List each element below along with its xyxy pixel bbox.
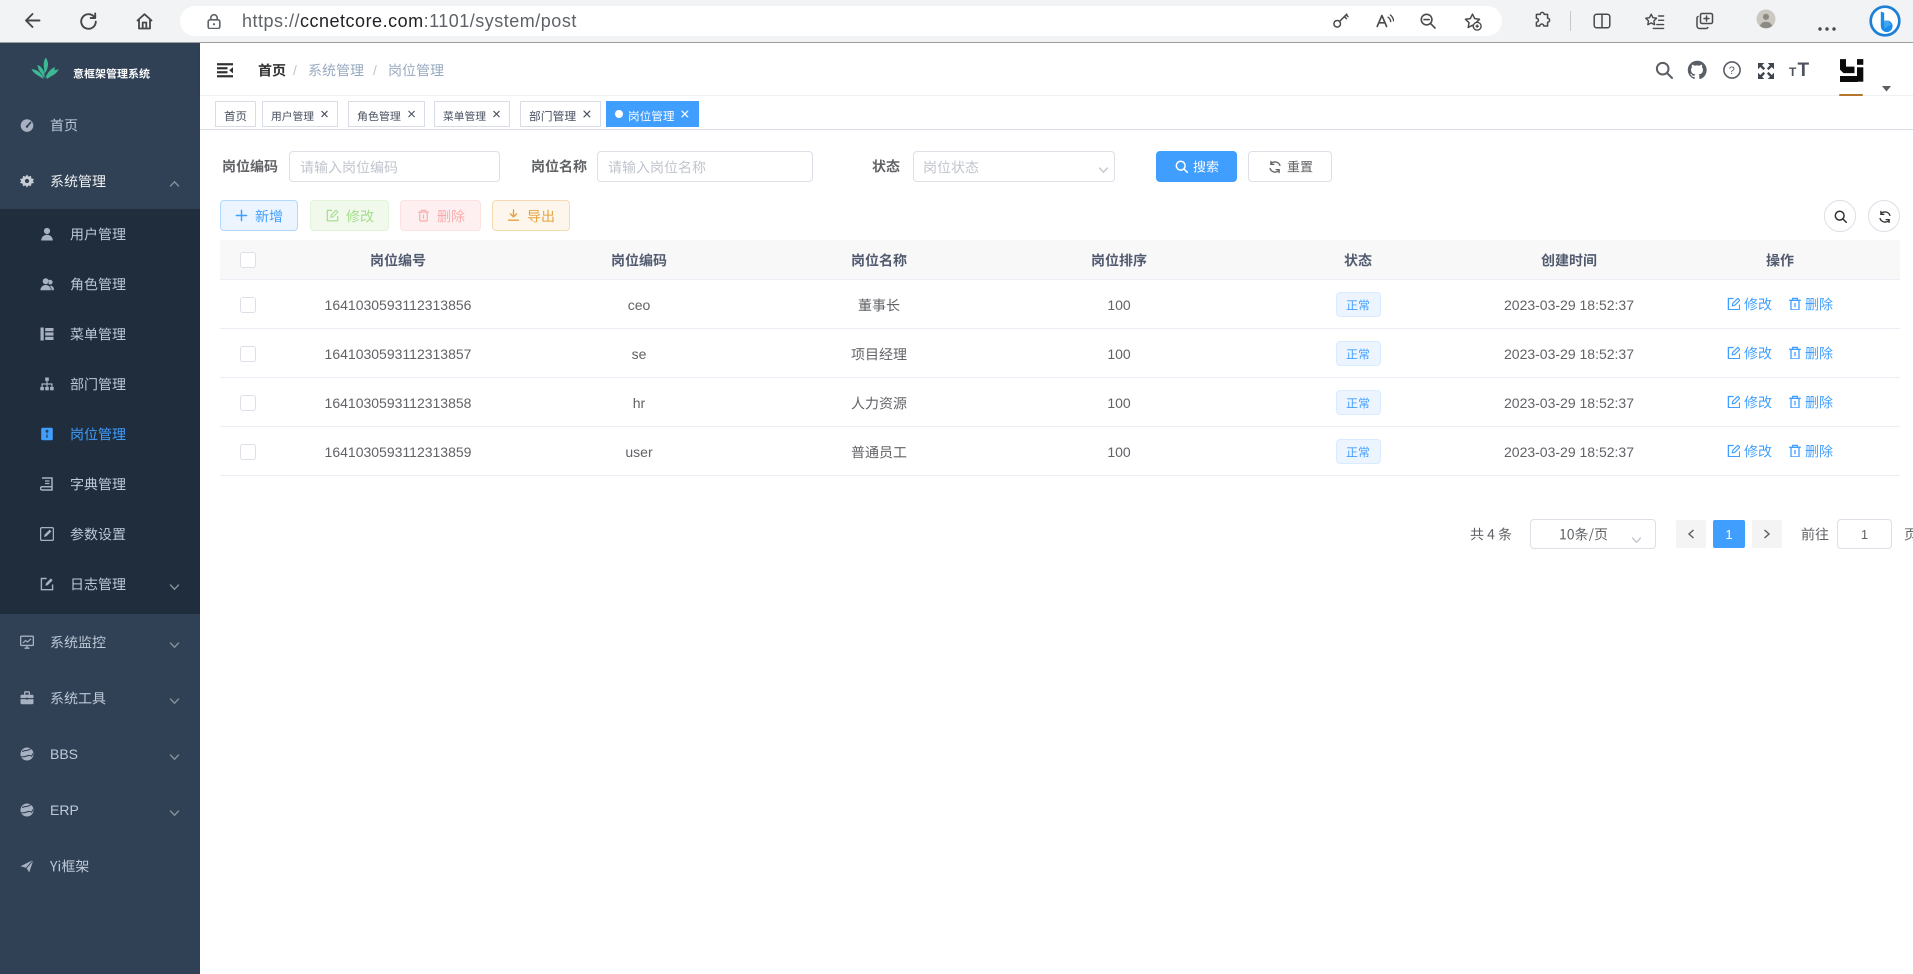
svg-text:?: ? [1729, 65, 1735, 77]
svg-text:T: T [1798, 60, 1810, 79]
svg-text:T: T [1789, 65, 1797, 79]
